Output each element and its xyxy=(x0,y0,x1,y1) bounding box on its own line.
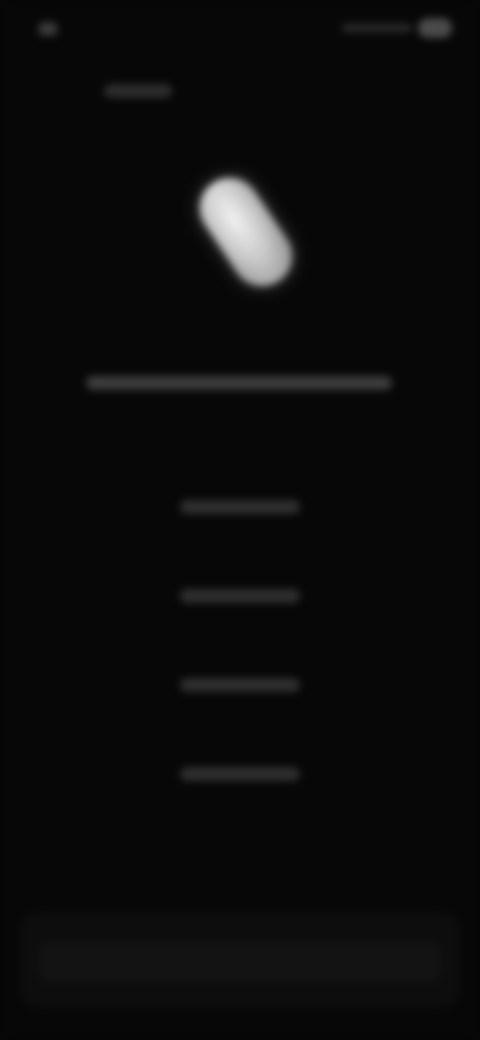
battery-icon xyxy=(418,18,452,38)
option-button-3[interactable] xyxy=(150,658,330,714)
signal-icon xyxy=(342,24,412,32)
back-button[interactable] xyxy=(92,74,184,108)
app-screen xyxy=(0,0,480,1040)
headline xyxy=(80,364,400,402)
capsule-shape xyxy=(188,166,304,298)
option-label xyxy=(180,678,300,692)
bottom-panel-content[interactable] xyxy=(38,942,442,982)
status-bar xyxy=(0,0,480,60)
option-button-4[interactable] xyxy=(150,747,330,803)
status-indicator-icon xyxy=(38,22,58,36)
back-button-label xyxy=(104,84,172,98)
option-list xyxy=(150,480,330,836)
option-label xyxy=(180,589,300,603)
status-right xyxy=(342,16,452,40)
option-label xyxy=(180,500,300,514)
option-label xyxy=(180,767,300,781)
status-left xyxy=(28,16,118,40)
bottom-panel xyxy=(20,912,460,1008)
option-button-2[interactable] xyxy=(150,569,330,625)
option-button-1[interactable] xyxy=(150,480,330,536)
capsule-icon xyxy=(186,165,306,298)
headline-text xyxy=(86,376,392,390)
